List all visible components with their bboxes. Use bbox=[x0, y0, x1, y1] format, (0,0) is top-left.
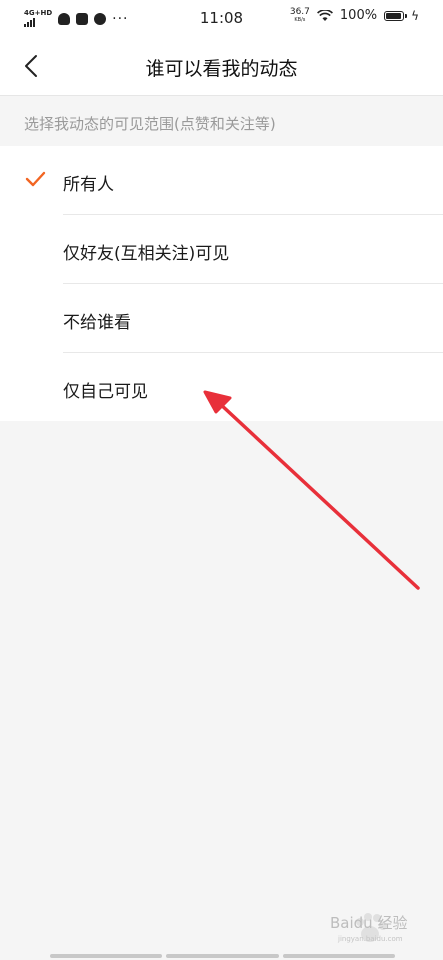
status-bar: 4G+HD ··· 11:08 36.7 KB/s 100% ϟ bbox=[0, 0, 443, 36]
option-hide-from[interactable]: 不给谁看 bbox=[0, 284, 443, 353]
page-title: 谁可以看我的动态 bbox=[145, 58, 298, 80]
watermark-url: jingyan.baidu.com bbox=[338, 935, 403, 943]
charging-icon: ϟ bbox=[411, 8, 419, 23]
option-only-me[interactable]: 仅自己可见 bbox=[0, 353, 443, 422]
visibility-options-list: 所有人 仅好友(互相关注)可见 不给谁看 仅自己可见 bbox=[0, 146, 443, 421]
option-label: 仅自己可见 bbox=[63, 382, 148, 402]
network-speed: 36.7 KB/s bbox=[289, 7, 310, 24]
battery-icon bbox=[384, 10, 408, 21]
checkmark-icon bbox=[25, 171, 46, 187]
network-speed-unit: KB/s bbox=[294, 17, 306, 23]
option-label: 所有人 bbox=[63, 175, 114, 195]
navigation-bar: 谁可以看我的动态 bbox=[0, 36, 443, 96]
option-label: 仅好友(互相关注)可见 bbox=[63, 244, 230, 264]
section-hint: 选择我动态的可见范围(点赞和关注等) bbox=[24, 115, 276, 133]
status-right-icons: 36.7 KB/s 100% ϟ bbox=[289, 7, 419, 24]
annotation-arrow bbox=[203, 390, 420, 590]
option-label: 不给谁看 bbox=[63, 313, 131, 333]
bottom-indicator bbox=[50, 954, 395, 958]
battery-percent: 100% bbox=[339, 8, 378, 23]
option-everyone[interactable]: 所有人 bbox=[0, 146, 443, 215]
option-friends-only[interactable]: 仅好友(互相关注)可见 bbox=[0, 215, 443, 284]
watermark-brand: Baidu 经验 bbox=[330, 914, 408, 932]
network-speed-value: 36.7 bbox=[289, 7, 310, 17]
wifi-icon bbox=[316, 9, 333, 21]
